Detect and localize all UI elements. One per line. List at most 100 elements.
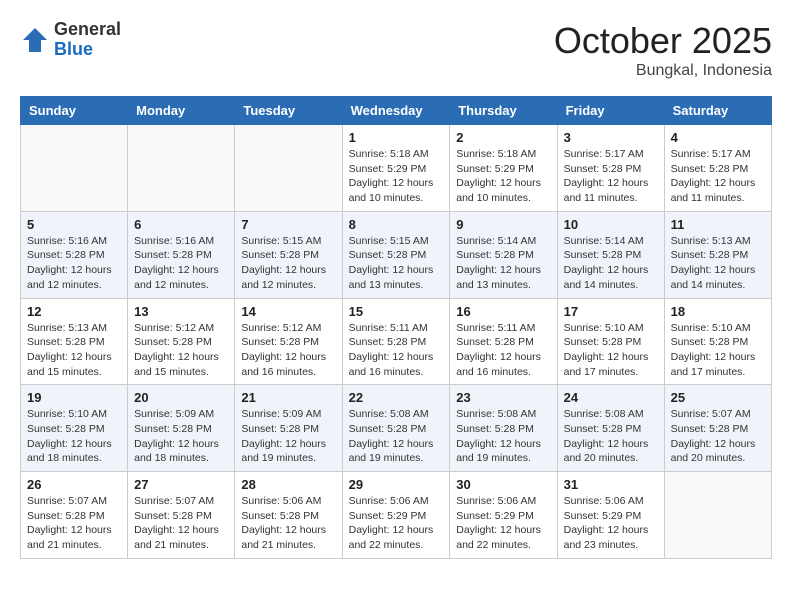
weekday-row: SundayMondayTuesdayWednesdayThursdayFrid… [21,97,772,125]
day-info: Sunrise: 5:14 AMSunset: 5:28 PMDaylight:… [456,234,550,293]
weekday-header-wednesday: Wednesday [342,97,450,125]
day-number: 10 [564,217,658,232]
day-info: Sunrise: 5:08 AMSunset: 5:28 PMDaylight:… [456,407,550,466]
calendar-cell: 31 Sunrise: 5:06 AMSunset: 5:29 PMDayligh… [557,472,664,559]
calendar-cell: 30Sunrise: 5:06 AMSunset: 5:29 PMDayligh… [450,472,557,559]
day-info: Sunrise: 5:09 AMSunset: 5:28 PMDaylight:… [134,407,228,466]
day-number: 15 [349,304,444,319]
calendar-cell: 3 Sunrise: 5:17 AMSunset: 5:28 PMDaylight… [557,125,664,212]
calendar-cell: 21 Sunrise: 5:09 AMSunset: 5:28 PMDayligh… [235,385,342,472]
calendar-cell: 4Sunrise: 5:17 AMSunset: 5:28 PMDaylight… [664,125,771,212]
day-number: 2 [456,130,550,145]
calendar-cell: 23 Sunrise: 5:08 AMSunset: 5:28 PMDayligh… [450,385,557,472]
day-info: Sunrise: 5:06 AMSunset: 5:29 PMDaylight:… [349,494,444,553]
weekday-header-thursday: Thursday [450,97,557,125]
day-info: Sunrise: 5:10 AMSunset: 5:28 PMDaylight:… [27,407,121,466]
day-info: Sunrise: 5:08 AMSunset: 5:28 PMDaylight:… [349,407,444,466]
day-number: 25 [671,390,765,405]
weekday-header-friday: Friday [557,97,664,125]
day-info: Sunrise: 5:13 AMSunset: 5:28 PMDaylight:… [671,234,765,293]
day-number: 8 [349,217,444,232]
calendar-week-2: 5 Sunrise: 5:16 AMSunset: 5:28 PMDaylight… [21,211,772,298]
logo: General Blue [20,20,121,60]
day-info: Sunrise: 5:15 AMSunset: 5:28 PMDaylight:… [349,234,444,293]
location: Bungkal, Indonesia [554,62,772,80]
calendar-week-1: 1 Sunrise: 5:18 AMSunset: 5:29 PMDaylight… [21,125,772,212]
day-number: 21 [241,390,335,405]
weekday-header-monday: Monday [128,97,235,125]
day-info: Sunrise: 5:13 AMSunset: 5:28 PMDaylight:… [27,321,121,380]
calendar: SundayMondayTuesdayWednesdayThursdayFrid… [20,96,772,559]
day-number: 29 [349,477,444,492]
calendar-cell: 18 Sunrise: 5:10 AMSunset: 5:28 PMDayligh… [664,298,771,385]
day-number: 18 [671,304,765,319]
calendar-cell: 6 Sunrise: 5:16 AMSunset: 5:28 PMDaylight… [128,211,235,298]
calendar-cell: 10 Sunrise: 5:14 AMSunset: 5:28 PMDayligh… [557,211,664,298]
day-info: Sunrise: 5:18 AMSunset: 5:29 PMDaylight:… [456,147,550,206]
day-info: Sunrise: 5:07 AMSunset: 5:28 PMDaylight:… [134,494,228,553]
day-info: Sunrise: 5:17 AMSunset: 5:28 PMDaylight:… [564,147,658,206]
calendar-cell: 16 Sunrise: 5:11 AMSunset: 5:28 PMDayligh… [450,298,557,385]
day-info: Sunrise: 5:16 AMSunset: 5:28 PMDaylight:… [27,234,121,293]
day-info: Sunrise: 5:12 AMSunset: 5:28 PMDaylight:… [241,321,335,380]
logo-blue: Blue [54,40,121,60]
calendar-cell: 1 Sunrise: 5:18 AMSunset: 5:29 PMDaylight… [342,125,450,212]
day-info: Sunrise: 5:14 AMSunset: 5:28 PMDaylight:… [564,234,658,293]
day-info: Sunrise: 5:16 AMSunset: 5:28 PMDaylight:… [134,234,228,293]
day-info: Sunrise: 5:09 AMSunset: 5:28 PMDaylight:… [241,407,335,466]
weekday-header-tuesday: Tuesday [235,97,342,125]
calendar-cell: 9Sunrise: 5:14 AMSunset: 5:28 PMDaylight… [450,211,557,298]
day-number: 16 [456,304,550,319]
calendar-cell: 12 Sunrise: 5:13 AMSunset: 5:28 PMDayligh… [21,298,128,385]
day-number: 24 [564,390,658,405]
calendar-cell: 25 Sunrise: 5:07 AMSunset: 5:28 PMDayligh… [664,385,771,472]
calendar-cell: 24Sunrise: 5:08 AMSunset: 5:28 PMDayligh… [557,385,664,472]
day-number: 1 [349,130,444,145]
day-number: 28 [241,477,335,492]
day-info: Sunrise: 5:11 AMSunset: 5:28 PMDaylight:… [456,321,550,380]
calendar-cell: 27 Sunrise: 5:07 AMSunset: 5:28 PMDayligh… [128,472,235,559]
day-info: Sunrise: 5:12 AMSunset: 5:28 PMDaylight:… [134,321,228,380]
weekday-header-saturday: Saturday [664,97,771,125]
month-title: October 2025 [554,20,772,62]
day-number: 22 [349,390,444,405]
title-block: October 2025 Bungkal, Indonesia [554,20,772,80]
day-number: 23 [456,390,550,405]
calendar-header: SundayMondayTuesdayWednesdayThursdayFrid… [21,97,772,125]
logo-general: General [54,20,121,40]
day-number: 19 [27,390,121,405]
day-info: Sunrise: 5:10 AMSunset: 5:28 PMDaylight:… [564,321,658,380]
day-info: Sunrise: 5:15 AMSunset: 5:28 PMDaylight:… [241,234,335,293]
day-info: Sunrise: 5:06 AMSunset: 5:29 PMDaylight:… [564,494,658,553]
calendar-cell: 15 Sunrise: 5:11 AMSunset: 5:28 PMDayligh… [342,298,450,385]
day-number: 12 [27,304,121,319]
calendar-cell: 20Sunrise: 5:09 AMSunset: 5:28 PMDayligh… [128,385,235,472]
day-number: 5 [27,217,121,232]
day-number: 6 [134,217,228,232]
day-number: 30 [456,477,550,492]
calendar-cell: 26Sunrise: 5:07 AMSunset: 5:28 PMDayligh… [21,472,128,559]
calendar-cell: 14Sunrise: 5:12 AMSunset: 5:28 PMDayligh… [235,298,342,385]
day-number: 31 [564,477,658,492]
day-number: 7 [241,217,335,232]
day-number: 3 [564,130,658,145]
weekday-header-sunday: Sunday [21,97,128,125]
calendar-cell: 7 Sunrise: 5:15 AMSunset: 5:28 PMDaylight… [235,211,342,298]
day-number: 27 [134,477,228,492]
day-number: 26 [27,477,121,492]
day-info: Sunrise: 5:17 AMSunset: 5:28 PMDaylight:… [671,147,765,206]
calendar-cell: 2 Sunrise: 5:18 AMSunset: 5:29 PMDaylight… [450,125,557,212]
logo-icon [20,25,50,55]
day-info: Sunrise: 5:10 AMSunset: 5:28 PMDaylight:… [671,321,765,380]
day-info: Sunrise: 5:07 AMSunset: 5:28 PMDaylight:… [671,407,765,466]
day-number: 11 [671,217,765,232]
page-header: General Blue October 2025 Bungkal, Indon… [20,20,772,80]
day-info: Sunrise: 5:11 AMSunset: 5:28 PMDaylight:… [349,321,444,380]
calendar-cell [128,125,235,212]
calendar-body: 1 Sunrise: 5:18 AMSunset: 5:29 PMDaylight… [21,125,772,559]
day-number: 17 [564,304,658,319]
calendar-cell [664,472,771,559]
day-info: Sunrise: 5:18 AMSunset: 5:29 PMDaylight:… [349,147,444,206]
calendar-cell: 11 Sunrise: 5:13 AMSunset: 5:28 PMDayligh… [664,211,771,298]
day-number: 13 [134,304,228,319]
